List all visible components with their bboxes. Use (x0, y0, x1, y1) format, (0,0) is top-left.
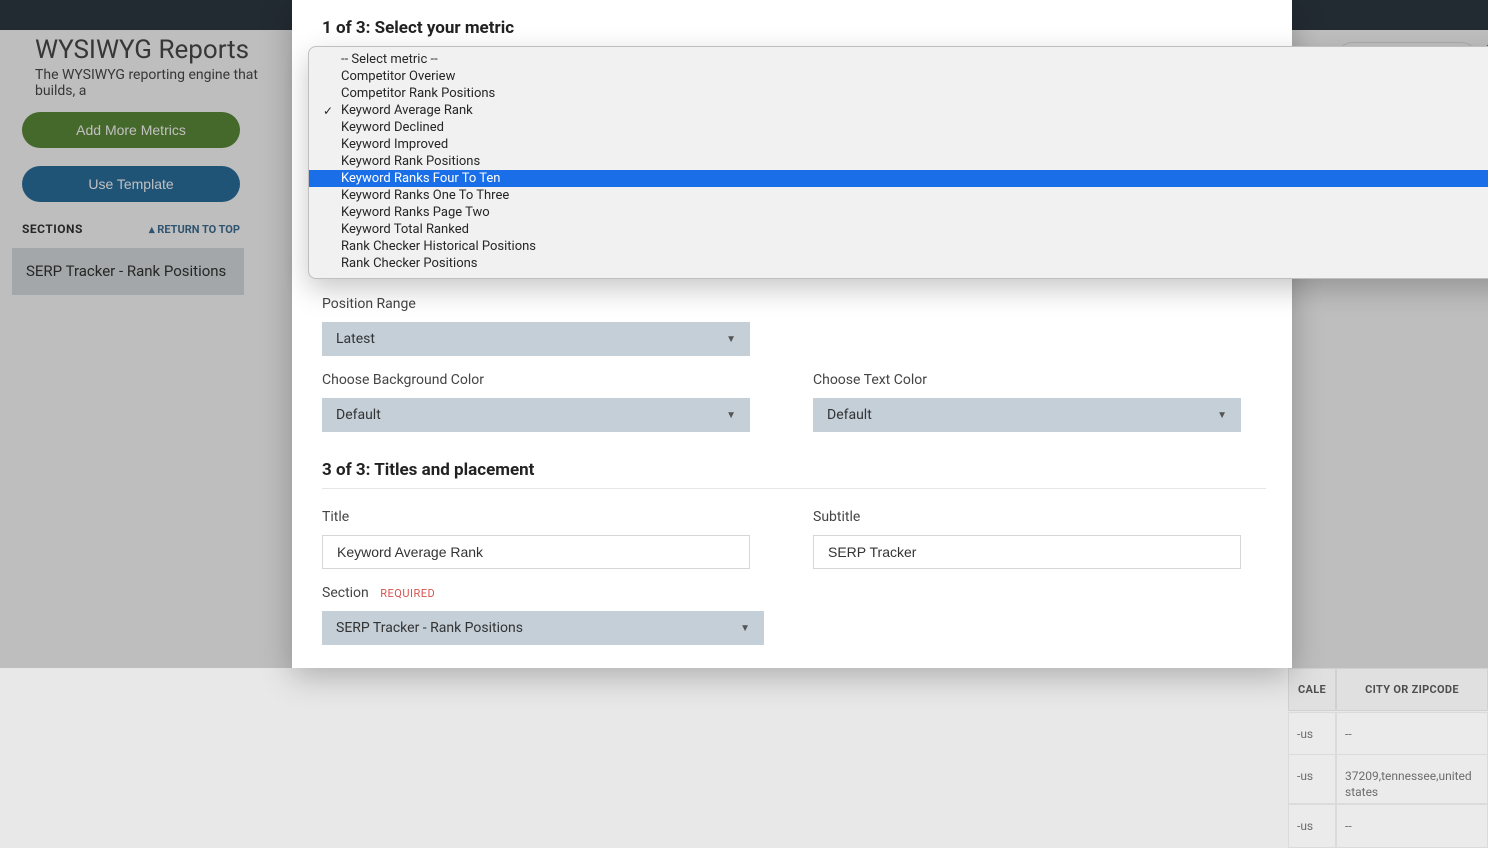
chevron-down-icon: ▼ (726, 410, 736, 421)
table-cell-locale: -us (1288, 712, 1336, 756)
metric-option-keyword-improved[interactable]: Keyword Improved (309, 136, 1488, 153)
bg-color-label: Choose Background Color (322, 372, 775, 388)
divider (322, 488, 1266, 489)
metric-option-competitor-rank-positions[interactable]: Competitor Rank Positions (309, 85, 1488, 102)
metric-option-placeholder[interactable]: -- Select metric -- (309, 51, 1488, 68)
bg-color-select[interactable]: Default ▼ (322, 398, 750, 432)
metric-option-keyword-ranks-page-two[interactable]: Keyword Ranks Page Two (309, 204, 1488, 221)
chevron-down-icon: ▼ (740, 623, 750, 634)
table-cell-city: -- (1336, 712, 1488, 756)
text-color-select[interactable]: Default ▼ (813, 398, 1241, 432)
metric-option-competitor-overview[interactable]: Competitor Overiew (309, 68, 1488, 85)
required-badge: REQUIRED (380, 587, 435, 600)
table-cell-locale: -us (1288, 754, 1336, 804)
metric-option-keyword-declined[interactable]: Keyword Declined (309, 119, 1488, 136)
metric-option-rank-checker-positions[interactable]: Rank Checker Positions (309, 255, 1488, 272)
metric-option-rank-checker-historical[interactable]: Rank Checker Historical Positions (309, 238, 1488, 255)
metric-option-keyword-ranks-one-to-three[interactable]: Keyword Ranks One To Three (309, 187, 1488, 204)
text-color-label: Choose Text Color (813, 372, 1266, 388)
metric-option-keyword-rank-positions[interactable]: Keyword Rank Positions (309, 153, 1488, 170)
metric-option-keyword-total-ranked[interactable]: Keyword Total Ranked (309, 221, 1488, 238)
position-range-label: Position Range (322, 296, 1266, 312)
table-cell-city: 37209,tennessee,united states (1336, 754, 1488, 804)
section-field-label: Section REQUIRED (322, 585, 1266, 601)
metric-option-keyword-average-rank[interactable]: ✓ Keyword Average Rank (309, 102, 1488, 119)
metric-config-modal: 1 of 3: Select your metric -- Select met… (292, 0, 1292, 668)
position-range-select[interactable]: Latest ▼ (322, 322, 750, 356)
section-select[interactable]: SERP Tracker - Rank Positions ▼ (322, 611, 764, 645)
position-range-value: Latest (336, 331, 375, 347)
subtitle-field-label: Subtitle (813, 509, 1266, 525)
metric-option-keyword-ranks-four-to-ten[interactable]: Keyword Ranks Four To Ten (309, 170, 1488, 187)
chevron-down-icon: ▼ (726, 334, 736, 345)
section-label-text: Section (322, 585, 369, 601)
title-field-label: Title (322, 509, 775, 525)
chevron-down-icon: ▼ (1217, 410, 1227, 421)
title-input[interactable] (322, 535, 750, 569)
subtitle-input[interactable] (813, 535, 1241, 569)
check-icon: ✓ (323, 104, 333, 118)
table-cell-locale: -us (1288, 804, 1336, 848)
metric-dropdown-list[interactable]: -- Select metric -- Competitor Overiew C… (308, 46, 1488, 279)
step-3-title: 3 of 3: Titles and placement (322, 460, 1266, 480)
step-1-title: 1 of 3: Select your metric (322, 18, 1262, 38)
table-header-locale: CALE (1288, 668, 1336, 711)
bg-color-value: Default (336, 407, 381, 423)
metric-option-label: Keyword Average Rank (341, 103, 473, 118)
text-color-value: Default (827, 407, 872, 423)
table-cell-city: -- (1336, 804, 1488, 848)
table-header-city: CITY OR ZIPCODE (1336, 668, 1488, 711)
section-value: SERP Tracker - Rank Positions (336, 620, 523, 636)
